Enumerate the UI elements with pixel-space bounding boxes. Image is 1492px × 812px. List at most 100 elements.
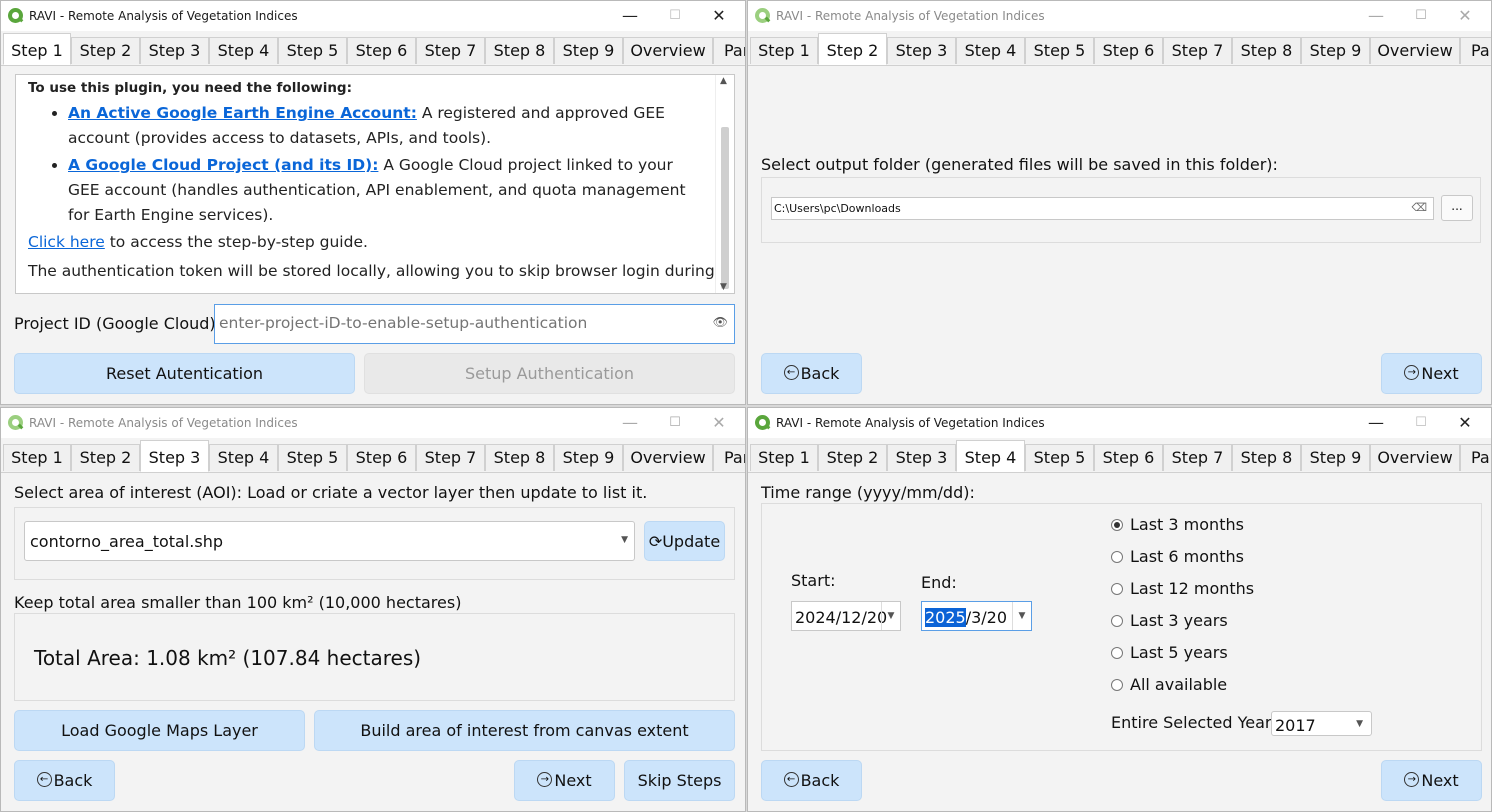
tab-step-8[interactable]: Step 8: [485, 37, 554, 64]
tab-step-7[interactable]: Step 7: [416, 444, 485, 471]
tab-step-2[interactable]: Step 2: [71, 37, 140, 64]
tab-step-5[interactable]: Step 5: [278, 37, 347, 64]
project-id-field[interactable]: 👁: [214, 304, 735, 344]
calendar-dropdown-icon[interactable]: ▼: [881, 602, 900, 630]
browse-folder-button[interactable]: ...: [1441, 195, 1473, 221]
chevron-down-icon[interactable]: ▼: [1356, 719, 1363, 729]
radio-indicator[interactable]: [1111, 550, 1123, 563]
tab-overview[interactable]: Overview: [623, 37, 713, 64]
tab-step-4[interactable]: Step 4: [956, 37, 1025, 64]
tab-step-5[interactable]: Step 5: [278, 444, 347, 471]
skip-steps-button[interactable]: Skip Steps: [624, 760, 735, 801]
output-folder-field[interactable]: C:\Users\pc\Downloads ⌫: [771, 197, 1434, 220]
entire-year-select[interactable]: 2017 ▼: [1271, 711, 1372, 736]
maximize-button[interactable]: ☐: [1411, 6, 1431, 26]
tab-parameters[interactable]: Par: [1460, 444, 1491, 471]
tab-step-1[interactable]: Step 1: [750, 444, 818, 471]
back-button[interactable]: ← Back: [761, 760, 862, 801]
tab-step-1[interactable]: Step 1: [750, 37, 818, 64]
back-button[interactable]: ← Back: [14, 760, 115, 801]
tab-step-9[interactable]: Step 9: [554, 37, 623, 64]
project-id-input[interactable]: [217, 313, 701, 333]
tab-step-2[interactable]: Step 2: [818, 33, 887, 65]
tab-step-7[interactable]: Step 7: [416, 37, 485, 64]
radio-indicator[interactable]: [1111, 518, 1123, 531]
radio-last-5-years[interactable]: Last 5 years: [1111, 643, 1228, 662]
next-button[interactable]: → Next: [1381, 760, 1482, 801]
tab-overview[interactable]: Overview: [1370, 37, 1460, 64]
tab-parameters[interactable]: Par: [713, 37, 745, 64]
reset-authentication-button[interactable]: Reset Autentication: [14, 353, 355, 394]
tab-step-6[interactable]: Step 6: [347, 37, 416, 64]
update-button[interactable]: ⟳Update: [644, 521, 725, 561]
aoi-layer-select[interactable]: contorno_area_total.shp ▼: [24, 521, 635, 561]
tab-step-3[interactable]: Step 3: [140, 37, 209, 64]
tab-step-6[interactable]: Step 6: [1094, 37, 1163, 64]
load-google-maps-button[interactable]: Load Google Maps Layer: [14, 710, 305, 751]
tab-step-1[interactable]: Step 1: [3, 444, 71, 471]
tab-step-3[interactable]: Step 3: [887, 444, 956, 471]
next-button[interactable]: → Next: [1381, 353, 1482, 394]
tab-step-8[interactable]: Step 8: [1232, 444, 1301, 471]
build-aoi-button[interactable]: Build area of interest from canvas exten…: [314, 710, 735, 751]
tab-step-2[interactable]: Step 2: [818, 444, 887, 471]
tab-step-2[interactable]: Step 2: [71, 444, 140, 471]
radio-last-3-years[interactable]: Last 3 years: [1111, 611, 1228, 630]
end-date-field[interactable]: 2025/3/20 ▼: [921, 601, 1032, 631]
maximize-button[interactable]: ☐: [665, 413, 685, 433]
tab-overview[interactable]: Overview: [623, 444, 713, 471]
tab-step-3[interactable]: Step 3: [887, 37, 956, 64]
tab-step-7[interactable]: Step 7: [1163, 444, 1232, 471]
calendar-dropdown-icon[interactable]: ▼: [1012, 602, 1031, 630]
tab-step-8[interactable]: Step 8: [485, 444, 554, 471]
tab-step-5[interactable]: Step 5: [1025, 444, 1094, 471]
cloud-project-link[interactable]: A Google Cloud Project (and its ID):: [68, 156, 378, 174]
scroll-thumb[interactable]: [721, 127, 729, 289]
scroll-up-icon[interactable]: ▲: [720, 76, 727, 86]
radio-last-12-months[interactable]: Last 12 months: [1111, 579, 1254, 598]
tab-step-9[interactable]: Step 9: [554, 444, 623, 471]
tab-step-3[interactable]: Step 3: [140, 440, 209, 472]
setup-authentication-button[interactable]: Setup Authentication: [364, 353, 735, 394]
radio-indicator[interactable]: [1111, 646, 1123, 659]
tab-step-5[interactable]: Step 5: [1025, 37, 1094, 64]
tab-step-7[interactable]: Step 7: [1163, 37, 1232, 64]
show-password-eye-icon[interactable]: 👁: [713, 315, 728, 329]
close-button[interactable]: ✕: [1455, 6, 1475, 26]
clear-icon[interactable]: ⌫: [1411, 201, 1427, 214]
tab-step-4[interactable]: Step 4: [956, 440, 1025, 472]
tab-step-4[interactable]: Step 4: [209, 37, 278, 64]
radio-indicator[interactable]: [1111, 614, 1123, 627]
next-button[interactable]: → Next: [514, 760, 615, 801]
radio-indicator[interactable]: [1111, 582, 1123, 595]
tab-parameters[interactable]: Par: [1460, 37, 1491, 64]
tab-parameters[interactable]: Par: [713, 444, 745, 471]
gee-account-link[interactable]: An Active Google Earth Engine Account:: [68, 104, 417, 122]
start-date-field[interactable]: 2024/12/20 ▼: [791, 601, 901, 631]
tab-step-9[interactable]: Step 9: [1301, 444, 1370, 471]
maximize-button[interactable]: ☐: [1411, 413, 1431, 433]
back-button[interactable]: ← Back: [761, 353, 862, 394]
tab-overview[interactable]: Overview: [1370, 444, 1460, 471]
minimize-button[interactable]: —: [1366, 413, 1386, 433]
radio-last-3-months[interactable]: Last 3 months: [1111, 515, 1244, 534]
tab-step-1[interactable]: Step 1: [3, 33, 71, 65]
guide-link[interactable]: Click here: [28, 233, 105, 251]
tab-step-9[interactable]: Step 9: [1301, 37, 1370, 64]
vertical-scrollbar[interactable]: ▲ ▼: [715, 75, 734, 293]
radio-indicator[interactable]: [1111, 678, 1123, 691]
minimize-button[interactable]: —: [620, 6, 640, 26]
tab-step-4[interactable]: Step 4: [209, 444, 278, 471]
close-button[interactable]: ✕: [709, 413, 729, 433]
minimize-button[interactable]: —: [620, 413, 640, 433]
radio-last-6-months[interactable]: Last 6 months: [1111, 547, 1244, 566]
scroll-down-icon[interactable]: ▼: [720, 282, 727, 292]
tab-step-6[interactable]: Step 6: [347, 444, 416, 471]
maximize-button[interactable]: ☐: [665, 6, 685, 26]
radio-all-available[interactable]: All available: [1111, 675, 1227, 694]
chevron-down-icon[interactable]: ▼: [621, 535, 628, 545]
minimize-button[interactable]: —: [1366, 6, 1386, 26]
close-button[interactable]: ✕: [1455, 413, 1475, 433]
close-button[interactable]: ✕: [709, 6, 729, 26]
tab-step-6[interactable]: Step 6: [1094, 444, 1163, 471]
